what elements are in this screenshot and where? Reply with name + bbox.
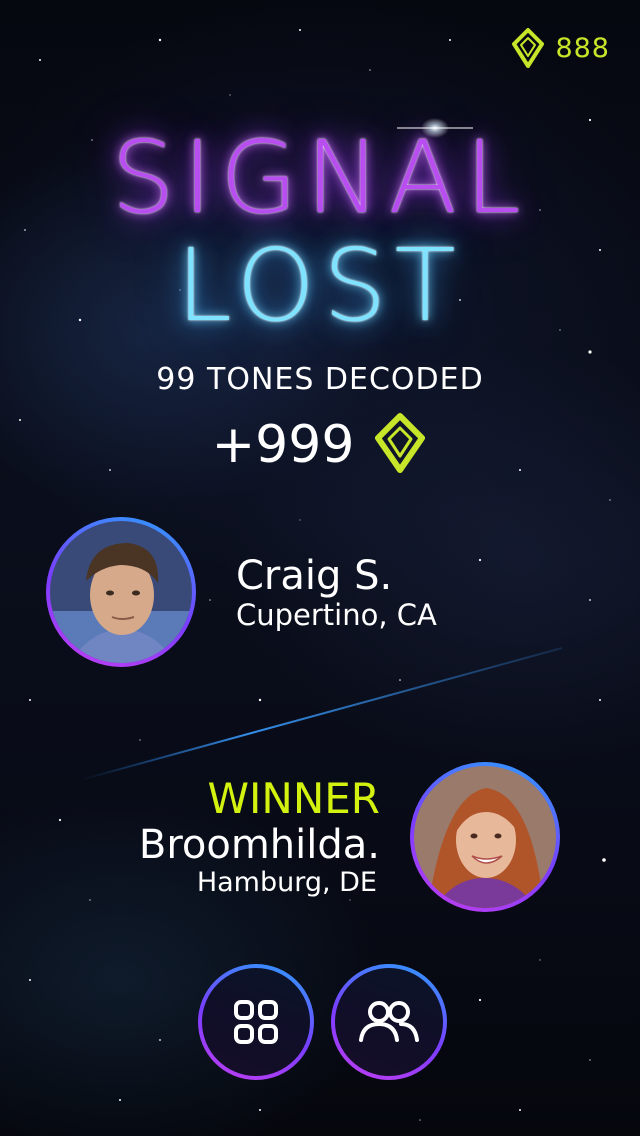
player2-photo	[414, 766, 556, 908]
player1-avatar[interactable]	[46, 517, 196, 667]
friends-icon	[359, 1001, 419, 1042]
currency-amount: 888	[555, 32, 610, 64]
friends-button[interactable]	[331, 964, 447, 1080]
player2-avatar[interactable]	[410, 762, 560, 912]
reward-row: +999	[0, 412, 640, 478]
title-signal: SIGNAL	[111, 119, 529, 236]
currency-display: 888	[511, 28, 610, 68]
title-lost: LOST	[176, 227, 464, 344]
reward-amount: +999	[211, 415, 355, 475]
menu-button[interactable]	[198, 964, 314, 1080]
game-over-screen: 888 SIGNAL LOST 99 TONES DECODED +999 Cr…	[0, 0, 640, 1136]
player1-photo	[50, 521, 192, 663]
player2-location: Hamburg, DE	[196, 867, 377, 898]
player1-location: Cupertino, CA	[236, 598, 437, 632]
player1-name: Craig S.	[236, 553, 393, 599]
player2-name: Broomhilda.	[138, 822, 380, 868]
grid-icon	[234, 1000, 278, 1044]
gem-icon	[372, 412, 428, 478]
tones-decoded-text: 99 TONES DECODED	[156, 362, 484, 397]
gem-icon	[511, 28, 545, 68]
winner-label: WINNER	[207, 774, 380, 823]
